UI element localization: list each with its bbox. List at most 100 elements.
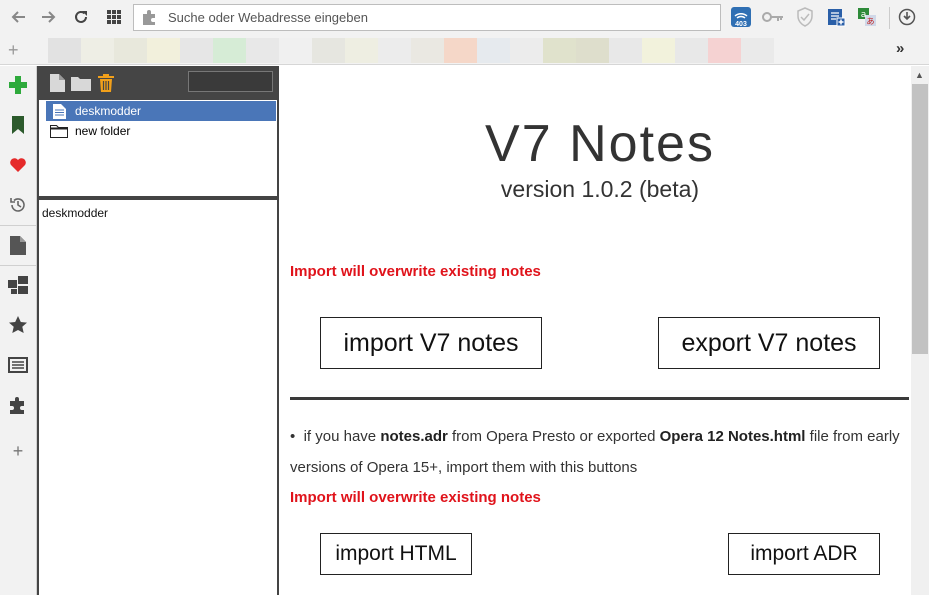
- puzzle-icon: [143, 10, 155, 25]
- new-note-icon: [49, 74, 65, 92]
- sidebar-add-button[interactable]: +: [5, 438, 31, 464]
- bookmark-tile[interactable]: [510, 38, 543, 63]
- tree-item-note[interactable]: deskmodder: [46, 101, 276, 121]
- bookmark-icon: [12, 116, 24, 134]
- translate-icon: aあ: [858, 8, 876, 26]
- translate-button[interactable]: aあ: [855, 5, 879, 29]
- news-icon: [8, 357, 28, 373]
- sidebar-add-panel[interactable]: [5, 72, 31, 98]
- import-adr-button[interactable]: import ADR: [728, 533, 880, 575]
- bullet: •: [290, 428, 304, 445]
- sidebar-history[interactable]: [5, 192, 31, 218]
- key-icon: [762, 12, 783, 22]
- windows-icon: [8, 276, 28, 294]
- browser-window: 403 aあ + »: [0, 0, 929, 595]
- history-icon: [10, 198, 25, 212]
- trash-icon: [98, 74, 114, 92]
- scrollbar[interactable]: ▲: [911, 66, 929, 595]
- tree-item-label: deskmodder: [75, 104, 142, 118]
- export-v7-button[interactable]: export V7 notes: [658, 317, 880, 369]
- browser-toolbar: 403 aあ: [0, 0, 929, 36]
- bookmark-tile[interactable]: [411, 38, 444, 63]
- speed-dial-button[interactable]: [101, 4, 127, 30]
- bookmark-tile[interactable]: [312, 38, 345, 63]
- folder-icon: [50, 123, 68, 139]
- puzzle-icon: [10, 397, 24, 414]
- bookmark-tile[interactable]: [81, 38, 114, 63]
- bookmark-tile[interactable]: [477, 38, 510, 63]
- bookmark-tile[interactable]: [675, 38, 708, 63]
- add-bookmark-button[interactable]: +: [8, 40, 19, 61]
- import-v7-button[interactable]: import V7 notes: [320, 317, 542, 369]
- shield-button[interactable]: [793, 5, 817, 29]
- extension-notes[interactable]: [824, 5, 848, 29]
- bookmark-tile[interactable]: [642, 38, 675, 63]
- address-bar[interactable]: [133, 4, 721, 31]
- bookmark-tile[interactable]: [708, 38, 741, 63]
- star-icon: [9, 316, 27, 333]
- main-content: V7 Notes version 1.0.2 (beta) Import wil…: [281, 66, 911, 595]
- downloads-button[interactable]: [895, 5, 919, 29]
- sidebar-bookmarks[interactable]: [5, 112, 31, 138]
- bookmark-tile[interactable]: [543, 38, 576, 63]
- delete-button[interactable]: [96, 73, 116, 93]
- bookmarks-overflow-button[interactable]: »: [896, 40, 904, 57]
- sidebar-separator: [0, 265, 37, 266]
- import-html-button[interactable]: import HTML: [320, 533, 472, 575]
- svg-text:あ: あ: [867, 17, 875, 26]
- bookmark-tile[interactable]: [246, 38, 279, 63]
- notes-panel: deskmodder new folder deskmodder: [37, 66, 279, 595]
- download-icon: [898, 8, 916, 26]
- scrollbar-thumb[interactable]: [912, 84, 928, 354]
- sidebar-notes[interactable]: [5, 232, 31, 258]
- note-editor-text[interactable]: deskmodder: [42, 206, 108, 220]
- arrow-left-icon: [11, 11, 25, 23]
- bookmark-tile[interactable]: [576, 38, 609, 63]
- bookmark-tile[interactable]: [213, 38, 246, 63]
- tree-item-folder[interactable]: new folder: [46, 121, 276, 141]
- reload-icon: [75, 10, 87, 23]
- sidebar-extensions[interactable]: [5, 392, 31, 418]
- bookmark-tile[interactable]: [114, 38, 147, 63]
- heart-icon: [10, 158, 26, 172]
- bookmark-tile[interactable]: [378, 38, 411, 63]
- tree-item-label: new folder: [75, 124, 131, 138]
- bookmark-tile[interactable]: [180, 38, 213, 63]
- sidebar-news[interactable]: [5, 352, 31, 378]
- bookmark-tile[interactable]: [147, 38, 180, 63]
- extension-403[interactable]: 403: [729, 5, 753, 29]
- shield-icon: [797, 7, 813, 27]
- bookmark-tile[interactable]: [48, 38, 81, 63]
- browser-sidebar: +: [0, 66, 37, 595]
- bookmark-tile[interactable]: [741, 38, 774, 63]
- forward-button[interactable]: [35, 4, 61, 30]
- wifi-403-icon: 403: [731, 7, 751, 28]
- notes-splitter[interactable]: [39, 196, 277, 200]
- bookmarks-bar: + »: [0, 36, 929, 65]
- password-button[interactable]: [761, 5, 785, 29]
- badge-403: 403: [735, 21, 747, 28]
- new-folder-button[interactable]: [71, 73, 91, 93]
- page-title: V7 Notes: [485, 115, 715, 173]
- arrow-right-icon: [42, 11, 56, 23]
- back-button[interactable]: [6, 4, 32, 30]
- address-input[interactable]: [168, 8, 708, 27]
- sidebar-favorites[interactable]: [5, 152, 31, 178]
- notes-search-input[interactable]: [188, 71, 273, 92]
- version-label: version 1.0.2 (beta): [500, 176, 700, 202]
- bookmark-tile[interactable]: [444, 38, 477, 63]
- bookmark-tile[interactable]: [279, 38, 312, 63]
- reload-button[interactable]: [68, 4, 94, 30]
- bookmark-tile[interactable]: [609, 38, 642, 63]
- bookmark-tile[interactable]: [345, 38, 378, 63]
- import-warning: Import will overwrite existing notes: [290, 489, 541, 506]
- notes-tree: deskmodder new folder: [39, 100, 277, 196]
- import-warning: Import will overwrite existing notes: [290, 263, 541, 280]
- sidebar-tabs[interactable]: [5, 272, 31, 298]
- sidebar-starred[interactable]: [5, 312, 31, 338]
- scroll-up-icon[interactable]: ▲: [915, 70, 924, 80]
- new-note-button[interactable]: [47, 73, 67, 93]
- sidebar-separator: [0, 225, 37, 226]
- plus-green-icon: [9, 76, 27, 94]
- folder-icon: [71, 77, 91, 91]
